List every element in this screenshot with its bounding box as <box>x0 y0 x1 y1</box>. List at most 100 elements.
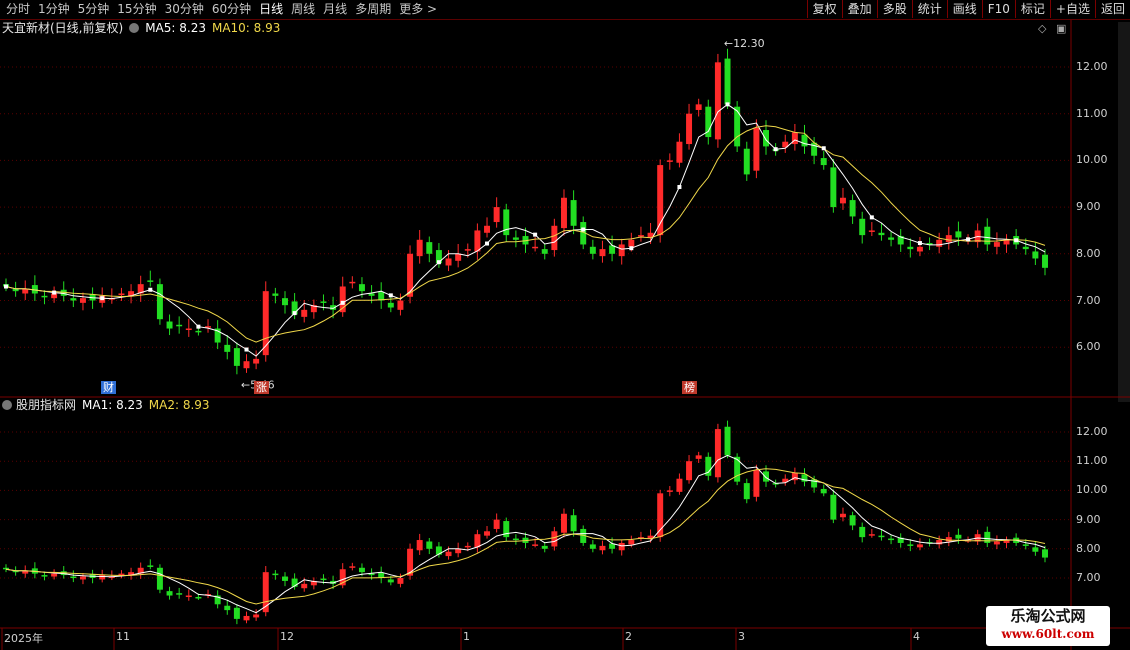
grid-lines <box>0 66 1071 579</box>
sub-candle-body <box>397 578 404 584</box>
main-candle-body <box>243 361 250 369</box>
sub-candle-body <box>686 461 693 481</box>
sub-candle-body <box>532 544 539 546</box>
sub-candle-body <box>166 591 173 596</box>
ma5-dot <box>581 227 586 232</box>
watermark-title: 乐淘公式网 <box>1010 607 1086 625</box>
sub-candle-body <box>493 519 500 529</box>
main-candle-body <box>1032 251 1039 259</box>
main-candle-body <box>955 231 962 238</box>
price-tick-label: 11.00 <box>1076 106 1108 120</box>
main-candle-body <box>426 242 433 254</box>
main-candle-body <box>464 249 471 251</box>
main-candle-body <box>79 298 86 303</box>
main-candle-body <box>888 237 895 240</box>
sub-candle-body <box>118 573 125 576</box>
sub-candle-body <box>156 567 163 590</box>
main-candle-body <box>387 302 394 308</box>
date-tick-label: 2025年 <box>4 632 43 645</box>
sub-price-tick-label: 12.00 <box>1076 425 1108 438</box>
main-candle-body <box>1022 246 1029 250</box>
date-tick-label: 4 <box>913 630 920 643</box>
sub-candle-body <box>407 548 414 576</box>
main-candle-body <box>676 141 683 163</box>
main-candle-body <box>666 160 673 162</box>
ma5-dot <box>821 146 826 151</box>
ma5-dot <box>4 284 8 289</box>
ma5-dot <box>773 147 778 152</box>
sub-price-tick-label: 11.00 <box>1076 454 1108 468</box>
ma5-dot <box>485 241 490 246</box>
annotations: ←12.30←5.46 <box>241 37 765 391</box>
event-marker[interactable]: 涨 <box>254 381 269 394</box>
main-candle-body <box>358 284 365 292</box>
ma5-dot <box>917 241 922 246</box>
main-candle-body <box>156 284 163 320</box>
sub-candle-body <box>993 541 1000 545</box>
sub-candle-body <box>724 426 731 456</box>
main-candle-body <box>455 253 462 261</box>
price-tick-label: 12.00 <box>1076 60 1108 73</box>
sub-candle-body <box>560 513 567 533</box>
main-candle-body <box>763 130 769 147</box>
sub-candle-body <box>839 513 846 518</box>
price-tick-label: 9.00 <box>1076 200 1101 214</box>
main-candle-body <box>445 258 452 266</box>
sub-price-tick-label: 10.00 <box>1076 483 1108 497</box>
event-marker[interactable]: 榜 <box>682 381 697 394</box>
main-candle-body <box>272 293 279 296</box>
main-candle-body <box>993 242 1000 247</box>
main-candle-body <box>301 309 308 317</box>
sub-candle-body <box>859 526 866 538</box>
sub-candle-body <box>301 583 308 589</box>
sub-candle-body <box>888 538 895 541</box>
main-candle-body <box>560 197 567 229</box>
sub-candle-body <box>878 535 885 538</box>
main-candle-body <box>41 295 48 298</box>
sub-candle-body <box>868 534 875 536</box>
main-candle-body <box>830 167 837 208</box>
sub-candle-body <box>1022 544 1029 546</box>
sub-candle-body <box>358 567 365 573</box>
main-candle-body <box>618 244 625 257</box>
sub-candle-body <box>666 490 673 492</box>
main-candle-body <box>984 226 991 245</box>
sub-candle-body <box>233 607 240 619</box>
main-candle-body <box>551 225 558 251</box>
ma5-dot <box>629 246 634 251</box>
sub-candle-body <box>820 488 827 494</box>
main-candle-body <box>686 113 693 145</box>
sub-candle-body <box>99 575 106 580</box>
main-candle-body <box>70 298 77 301</box>
event-marker[interactable]: 财 <box>101 381 116 394</box>
price-tick-label: 6.00 <box>1076 340 1101 354</box>
date-tick-label: 11 <box>116 630 130 643</box>
main-candle-body <box>589 246 596 254</box>
sub-candle-body <box>541 545 548 549</box>
sub-candle-body <box>849 515 856 526</box>
main-candle-body <box>407 253 414 297</box>
ma5-dot <box>100 296 105 301</box>
main-candle-body <box>916 246 923 252</box>
ma5-dot <box>340 300 345 305</box>
sub-candle-body <box>830 494 837 520</box>
sub-candle-body <box>734 456 741 482</box>
sub-candle-body <box>570 515 577 532</box>
sub-price-tick-label: 7.00 <box>1076 571 1101 584</box>
main-candle-body <box>734 106 741 147</box>
sub-candle-body <box>79 576 86 580</box>
kline-chart[interactable]: ←12.30←5.46 <box>0 0 1130 650</box>
main-candle-body <box>637 235 644 237</box>
ma5-dot <box>677 185 682 190</box>
sub-candle-body <box>589 544 596 549</box>
sub-price-tick-label: 9.00 <box>1076 512 1101 526</box>
main-candle-body <box>839 197 846 204</box>
main-candle-body <box>166 321 173 329</box>
sub-candle-body <box>176 593 183 595</box>
sub-candle-body <box>70 576 77 579</box>
ma5-dot <box>388 293 393 298</box>
sub-candle-body <box>474 534 481 548</box>
sub-candle-body <box>628 540 635 545</box>
ma5-dot <box>244 347 249 352</box>
main-candle-body <box>657 165 664 236</box>
